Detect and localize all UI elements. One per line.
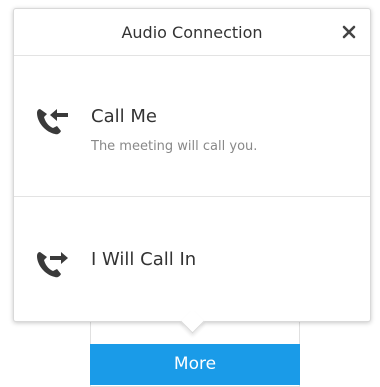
phone-incoming-icon	[35, 105, 71, 137]
phone-outgoing-icon	[35, 248, 71, 280]
popover-title: Audio Connection	[121, 23, 263, 42]
close-button[interactable]	[338, 19, 360, 43]
option-call-me[interactable]: Call Me The meeting will call you.	[14, 56, 370, 197]
option-sublabel-call-me: The meeting will call you.	[91, 139, 258, 154]
option-label-call-in: I Will Call In	[91, 249, 197, 270]
popover-header: Audio Connection	[14, 9, 370, 56]
audio-connection-popover: Audio Connection Call Me The meeting wil…	[13, 8, 371, 322]
option-call-in[interactable]: I Will Call In	[14, 197, 370, 321]
more-button[interactable]: More	[90, 344, 300, 385]
option-label-call-me: Call Me	[91, 106, 157, 127]
close-icon	[342, 25, 356, 39]
